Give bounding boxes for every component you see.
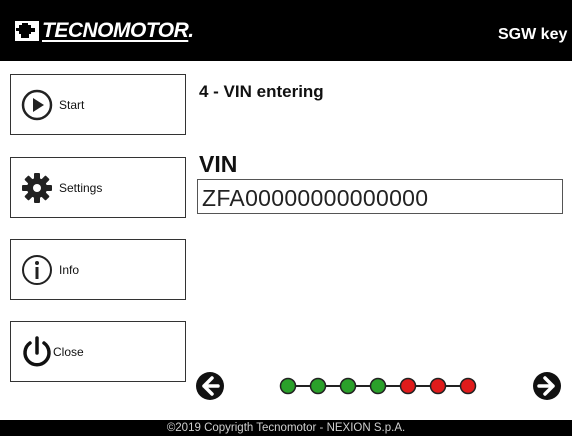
play-icon — [19, 87, 55, 123]
vin-input[interactable] — [197, 179, 563, 214]
step-dot-3 — [339, 377, 357, 395]
step-dot-6 — [429, 377, 447, 395]
logo-dot: . — [188, 19, 194, 42]
info-icon — [19, 252, 55, 288]
close-button[interactable]: Close — [10, 321, 186, 382]
settings-label: Settings — [59, 180, 103, 195]
footer: ©2019 Copyrigth Tecnomotor - NEXION S.p.… — [0, 420, 572, 436]
tecnomotor-logo: TECNOMOTOR. — [14, 18, 194, 44]
copyright-text: ©2019 Copyrigth Tecnomotor - NEXION S.p.… — [166, 422, 406, 434]
close-label: Close — [53, 344, 84, 359]
step-dot-1 — [279, 377, 297, 395]
gear-icon — [19, 170, 55, 206]
step-progress — [279, 377, 477, 395]
arrow-left-icon[interactable] — [195, 371, 225, 401]
step-dot-4 — [369, 377, 387, 395]
logo-text: TECNOMOTOR — [42, 19, 189, 42]
info-label: Info — [59, 262, 80, 277]
arrow-right-icon[interactable] — [532, 371, 562, 401]
step-dot-5 — [399, 377, 417, 395]
step-title: 4 - VIN entering — [199, 82, 324, 101]
engine-logo-icon — [15, 21, 39, 41]
step-dot-2 — [309, 377, 327, 395]
start-label: Start — [59, 97, 85, 112]
header-bar: TECNOMOTOR. SGW key — [0, 0, 572, 61]
vin-label: VIN — [199, 151, 238, 177]
settings-button[interactable]: Settings — [10, 157, 186, 218]
info-button[interactable]: Info — [10, 239, 186, 300]
step-dot-7 — [459, 377, 477, 395]
app-title: SGW key — [498, 26, 568, 43]
start-button[interactable]: Start — [10, 74, 186, 135]
power-icon — [19, 334, 55, 370]
